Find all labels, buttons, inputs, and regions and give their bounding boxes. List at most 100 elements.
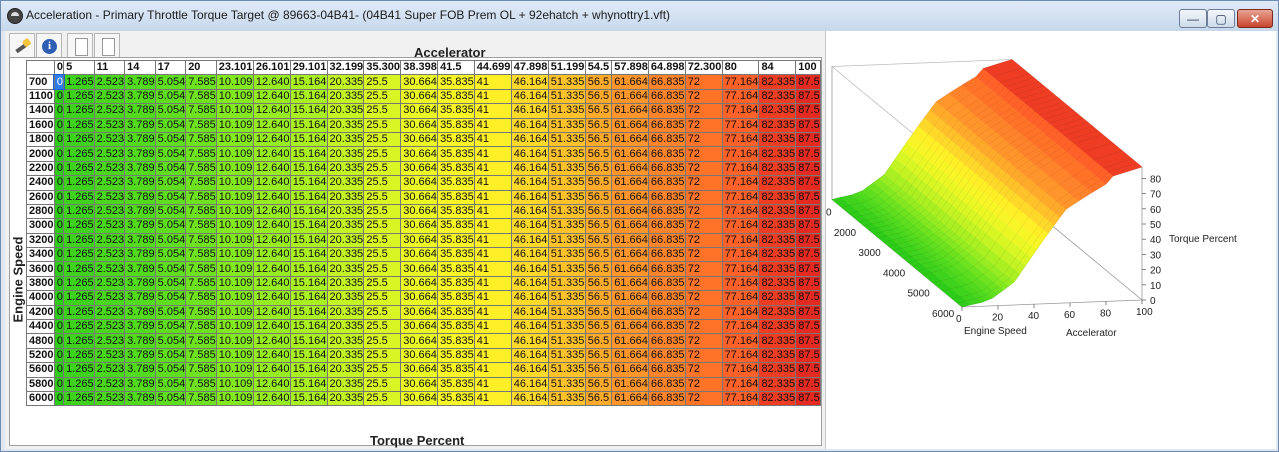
table-cell[interactable]: 87.5: [795, 333, 821, 349]
table-cell[interactable]: 2.523: [93, 232, 126, 249]
table-cell[interactable]: 25.5: [363, 319, 402, 335]
table-cell[interactable]: 66.835: [647, 189, 686, 205]
row-header[interactable]: 4800: [26, 333, 55, 349]
table-cell[interactable]: 0: [53, 160, 65, 177]
table-cell[interactable]: 35.835: [437, 304, 475, 321]
table-cell[interactable]: 46.164: [510, 74, 549, 90]
table-cell[interactable]: 87.5: [795, 189, 821, 205]
table-cell[interactable]: 25.5: [363, 290, 402, 306]
table-cell[interactable]: 35.835: [437, 74, 475, 90]
table-cell[interactable]: 2.523: [93, 175, 126, 191]
table-cell[interactable]: 77.164: [721, 290, 760, 306]
table-cell[interactable]: 35.835: [437, 146, 475, 162]
column-header[interactable]: 44.699: [473, 59, 512, 76]
table-cell[interactable]: 15.164: [289, 146, 328, 162]
table-cell[interactable]: 41: [473, 390, 512, 407]
table-cell[interactable]: 66.835: [647, 131, 686, 148]
table-cell[interactable]: 77.164: [721, 88, 760, 105]
row-header[interactable]: 5800: [26, 376, 55, 392]
table-cell[interactable]: 20.335: [326, 160, 365, 177]
table-cell[interactable]: 61.664: [611, 333, 649, 349]
column-header[interactable]: 17: [154, 59, 187, 76]
column-header[interactable]: 26.101: [252, 59, 291, 76]
table-cell[interactable]: 5.054: [154, 117, 187, 133]
table-cell[interactable]: 51.335: [547, 203, 586, 220]
table-cell[interactable]: 72: [684, 203, 723, 220]
table-cell[interactable]: 72: [684, 146, 723, 162]
table-cell[interactable]: 72: [684, 347, 723, 364]
table-cell[interactable]: 30.664: [400, 232, 439, 249]
table-cell[interactable]: 12.640: [252, 74, 291, 90]
table-cell[interactable]: 77.164: [721, 333, 760, 349]
table-cell[interactable]: 30.664: [400, 362, 439, 378]
table-cell[interactable]: 35.835: [437, 218, 475, 234]
table-cell[interactable]: 41: [473, 74, 512, 90]
table-cell[interactable]: 12.640: [252, 160, 291, 177]
table-cell[interactable]: 20.335: [326, 203, 365, 220]
table-cell[interactable]: 7.585: [185, 175, 217, 191]
table-cell[interactable]: 77.164: [721, 131, 760, 148]
table-cell[interactable]: 72: [684, 117, 723, 133]
table-cell[interactable]: 15.164: [289, 275, 328, 292]
table-cell[interactable]: 51.335: [547, 175, 586, 191]
row-header[interactable]: 2000: [26, 146, 55, 162]
table-cell[interactable]: 82.335: [758, 261, 797, 277]
table-cell[interactable]: 5.054: [154, 103, 187, 119]
table-cell[interactable]: 82.335: [758, 362, 797, 378]
table-cell[interactable]: 66.835: [647, 304, 686, 321]
table-cell[interactable]: 20.335: [326, 304, 365, 321]
table-cell[interactable]: 15.164: [289, 347, 328, 364]
table-cell[interactable]: 0: [53, 117, 65, 133]
table-cell[interactable]: 35.835: [437, 319, 475, 335]
table-cell[interactable]: 1.265: [63, 347, 95, 364]
row-header[interactable]: 3400: [26, 247, 55, 263]
table-cell[interactable]: 35.835: [437, 347, 475, 364]
table-cell[interactable]: 61.664: [611, 376, 649, 392]
table-cell[interactable]: 77.164: [721, 232, 760, 249]
table-cell[interactable]: 77.164: [721, 117, 760, 133]
column-header[interactable]: 29.101: [289, 59, 328, 76]
table-cell[interactable]: 72: [684, 304, 723, 321]
table-cell[interactable]: 51.335: [547, 333, 586, 349]
table-cell[interactable]: 0: [53, 88, 65, 105]
table-cell[interactable]: 0: [53, 203, 65, 220]
table-cell[interactable]: 12.640: [252, 232, 291, 249]
table-cell[interactable]: 20.335: [326, 347, 365, 364]
table-cell[interactable]: 2.523: [93, 131, 126, 148]
table-cell[interactable]: 1.265: [63, 160, 95, 177]
table-cell[interactable]: 87.5: [795, 275, 821, 292]
table-cell[interactable]: 56.5: [584, 189, 613, 205]
table-cell[interactable]: 12.640: [252, 390, 291, 407]
table-cell[interactable]: 82.335: [758, 131, 797, 148]
column-header[interactable]: 32.199: [326, 59, 365, 76]
table-cell[interactable]: 41: [473, 103, 512, 119]
row-header[interactable]: 3800: [26, 275, 55, 292]
table-cell[interactable]: 30.664: [400, 275, 439, 292]
table-cell[interactable]: 77.164: [721, 319, 760, 335]
table-cell[interactable]: 25.5: [363, 347, 402, 364]
table-cell[interactable]: 46.164: [510, 189, 549, 205]
table-cell[interactable]: 7.585: [185, 88, 217, 105]
table-cell[interactable]: 61.664: [611, 218, 649, 234]
table-cell[interactable]: 0: [53, 333, 65, 349]
table-cell[interactable]: 12.640: [252, 218, 291, 234]
table-cell[interactable]: 77.164: [721, 146, 760, 162]
table-cell[interactable]: 5.054: [154, 333, 187, 349]
table-cell[interactable]: 56.5: [584, 304, 613, 321]
table-cell[interactable]: 87.5: [795, 347, 821, 364]
table-cell[interactable]: 51.335: [547, 347, 586, 364]
table-cell[interactable]: 12.640: [252, 347, 291, 364]
table-cell[interactable]: 35.835: [437, 189, 475, 205]
table-cell[interactable]: 56.5: [584, 319, 613, 335]
table-cell[interactable]: 61.664: [611, 103, 649, 119]
table-cell[interactable]: 30.664: [400, 304, 439, 321]
table-cell[interactable]: 25.5: [363, 146, 402, 162]
table-cell[interactable]: 72: [684, 290, 723, 306]
table-cell[interactable]: 25.5: [363, 333, 402, 349]
table-cell[interactable]: 41: [473, 189, 512, 205]
table-cell[interactable]: 35.835: [437, 175, 475, 191]
table-cell[interactable]: 12.640: [252, 290, 291, 306]
table-cell[interactable]: 10.109: [215, 218, 254, 234]
column-header[interactable]: 20: [185, 59, 217, 76]
table-cell[interactable]: 15.164: [289, 175, 328, 191]
